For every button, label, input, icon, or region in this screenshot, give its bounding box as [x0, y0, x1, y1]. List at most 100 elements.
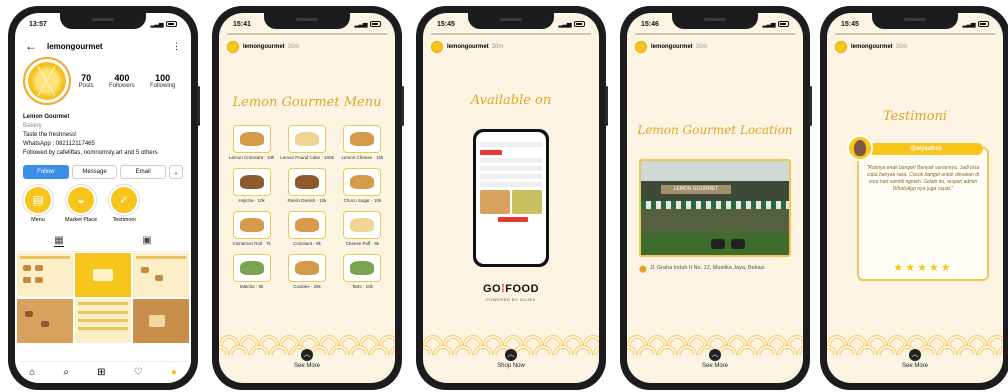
follow-button[interactable]: Follow [23, 165, 69, 179]
menu-item-image [288, 211, 327, 239]
highlight-label: Menu [31, 217, 45, 223]
suggested-dropdown-button[interactable]: ⌄ [169, 165, 184, 179]
profile-stats: 70 Posts 400 Followers 100 Following [71, 73, 183, 89]
chevron-up-icon: ︿ [505, 349, 517, 361]
profile-header: ← lemongourmet ⋮ [25, 39, 181, 53]
profile-tab-icon[interactable]: ● [171, 367, 177, 378]
tagged-tab-icon[interactable]: ▣ [142, 235, 151, 247]
post-thumbnail[interactable] [133, 299, 189, 343]
signal-icon: ▂▃▅ [762, 21, 776, 28]
menu-item[interactable]: Lemon Pound Cake · 100k [280, 125, 334, 160]
menu-item-label: Croissant · 9k [293, 241, 321, 246]
map-pin-icon: ⬤ [639, 266, 647, 273]
menu-item[interactable]: Lemon Cheese · 15k [340, 125, 385, 160]
post-thumbnail[interactable] [17, 299, 73, 343]
menu-item[interactable]: Tarts · 10k [340, 254, 385, 289]
posts-stat[interactable]: 70 Posts [79, 73, 94, 89]
followed-by[interactable]: Followed by cafeliftas, nomnomsly.art an… [23, 149, 183, 158]
menu-item[interactable]: Lemon Croissant · 10k [229, 125, 274, 160]
story-header: lemongourmet 30m [431, 33, 591, 53]
testimoni-title: Testimoni [882, 109, 948, 124]
grid-tab-icon[interactable]: ▦ [54, 235, 64, 247]
search-icon[interactable]: ⌕ [63, 367, 69, 378]
story-user[interactable]: lemongourmet 30m [635, 40, 795, 53]
gofood-logo: GO⁞FOOD [423, 283, 599, 295]
chevron-down-icon: ⌄ [173, 169, 179, 176]
story-progress-bar [635, 33, 795, 35]
menu-item[interactable]: Croissant · 9k [280, 211, 334, 246]
story-header: lemongourmet 30m [635, 33, 795, 53]
menu-icon: ▤ [23, 185, 53, 215]
profile-whatsapp: WhatsApp : 082112117465 [23, 141, 95, 147]
see-more-label: See More [901, 363, 928, 369]
profile-tabs: ▦ ▣ [15, 235, 191, 252]
menu-item-image [288, 254, 327, 282]
gofood-app-screen [476, 132, 546, 264]
menu-item[interactable]: Cheese Puff · 9k [340, 211, 385, 246]
menu-item[interactable]: Raisin Danish · 10k [280, 168, 334, 203]
signal-icon: ▂▃▅ [558, 21, 572, 28]
following-label: Following [149, 83, 176, 89]
menu-item[interactable]: Choco Sugar · 10k [340, 168, 385, 203]
profile-avatar[interactable] [23, 57, 71, 105]
heart-icon[interactable]: ♡ [134, 367, 143, 378]
phone-notch [872, 13, 958, 29]
story-username: lemongourmet [651, 43, 693, 50]
signal-icon: ▂▃▅ [962, 21, 976, 28]
see-more-button[interactable]: ︿ See More [827, 349, 1003, 369]
add-post-icon[interactable]: ⊞ [97, 367, 105, 378]
battery-icon [574, 21, 585, 27]
post-thumbnail[interactable] [133, 253, 189, 297]
menu-item[interactable]: Matcha · 9k [229, 254, 274, 289]
highlight-market-place[interactable]: ◒ Market Place [65, 185, 97, 223]
home-icon[interactable]: ⌂ [29, 367, 35, 378]
story-user[interactable]: lemongourmet 30m [835, 40, 995, 53]
post-thumbnail[interactable] [75, 253, 131, 297]
menu-item-image [343, 168, 382, 196]
menu-item-image [288, 125, 327, 153]
reviewer-avatar [847, 135, 873, 161]
menu-item-image [288, 168, 327, 196]
chevron-up-icon: ︿ [909, 349, 921, 361]
message-button[interactable]: Message [71, 165, 118, 179]
chevron-up-icon: ︿ [709, 349, 721, 361]
phone-notch [672, 13, 758, 29]
more-options-icon[interactable]: ⋮ [172, 41, 181, 52]
profile-category: Bakery [23, 123, 42, 129]
menu-item[interactable]: Hojicha · 10k [229, 168, 274, 203]
see-more-button[interactable]: ︿ See More [219, 349, 395, 369]
phone-notch [468, 13, 554, 29]
menu-item[interactable]: Cookies · 25k [280, 254, 334, 289]
followers-label: Followers [108, 83, 135, 89]
followers-stat[interactable]: 400 Followers [109, 73, 135, 89]
menu-title: Lemon Gourmet Menu [232, 95, 382, 110]
back-arrow-icon[interactable]: ← [25, 39, 37, 53]
story-highlights: ▤ Menu ◒ Market Place ✓ Testimoni [23, 185, 140, 223]
signal-icon: ▂▃▅ [150, 21, 164, 28]
story-user[interactable]: lemongourmet 30m [431, 40, 591, 53]
gofood-powered-by: POWERED BY GOJEK [486, 297, 536, 302]
profile-summary: 70 Posts 400 Followers 100 Following [23, 57, 183, 105]
menu-item-label: Cookies · 25k [293, 284, 321, 289]
profile-actions: Follow Message Email ⌄ [23, 165, 184, 179]
story-avatar [431, 40, 443, 53]
menu-item-label: Lemon Croissant · 10k [229, 155, 275, 160]
post-thumbnail[interactable] [75, 299, 131, 343]
email-button[interactable]: Email [120, 165, 167, 179]
testimonial-quote: "Rotinya enak banget! Banyak variannya. … [866, 165, 980, 192]
story-user[interactable]: lemongourmet 30m [227, 40, 387, 53]
highlight-menu[interactable]: ▤ Menu [23, 185, 53, 223]
highlight-testimoni[interactable]: ✓ Testimoni [109, 185, 140, 223]
battery-icon [166, 21, 177, 27]
menu-item[interactable]: Cinnamon Roll · 7k [229, 211, 274, 246]
posts-count: 70 [81, 73, 92, 83]
shop-now-button[interactable]: ︿ Shop Now [423, 349, 599, 369]
phone-notch [264, 13, 350, 29]
status-time: 13:57 [29, 20, 47, 28]
battery-icon [978, 21, 989, 27]
menu-story-screen: 15:41 ▂▃▅ lemongourmet 30m Lemon Gourmet… [219, 13, 395, 383]
following-stat[interactable]: 100 Following [150, 73, 175, 89]
phone-menu-story: 15:41 ▂▃▅ lemongourmet 30m Lemon Gourmet… [212, 6, 404, 390]
see-more-button[interactable]: ︿ See More [627, 349, 803, 369]
post-thumbnail[interactable] [17, 253, 73, 297]
